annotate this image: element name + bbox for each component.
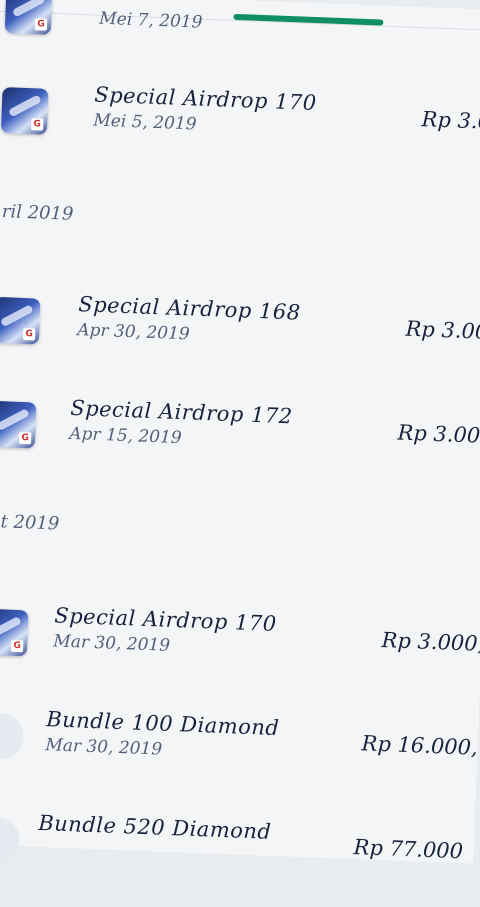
- transaction-title: Special Airdrop 170: [53, 603, 278, 636]
- transaction-price: Rp 3.000,: [381, 627, 480, 656]
- transaction-date: Mar 30, 2019: [44, 735, 163, 760]
- month-header: et 2019: [0, 510, 60, 535]
- diamond-icon: [0, 712, 25, 761]
- game-thumbnail-icon: G: [4, 0, 53, 35]
- transaction-title: Special Airdrop 170: [93, 82, 318, 116]
- transaction-price: Rp 77.000: [353, 835, 464, 864]
- transaction-price: Rp 3.000: [397, 420, 480, 449]
- transaction-date: Mar 30, 2019: [52, 631, 171, 656]
- transaction-row[interactable]: G Special Airdrop 170 Mar 30, 2019 Rp 3.…: [0, 598, 480, 699]
- transaction-row[interactable]: Bundle 520 Diamond Rp 77.000: [0, 806, 480, 907]
- transaction-date: Mei 5, 2019: [93, 110, 197, 135]
- transaction-price: Rp 16.000,: [361, 731, 479, 760]
- game-thumbnail-icon: G: [0, 608, 29, 657]
- transaction-row[interactable]: G Mei 7, 2019: [0, 0, 480, 77]
- purchase-history-screen: G Mei 7, 2019 G Special Airdrop 170 Mei …: [0, 0, 480, 865]
- diamond-icon: [0, 816, 21, 865]
- month-header: ril 2019: [1, 201, 74, 225]
- transaction-title: Bundle 520 Diamond: [37, 810, 272, 844]
- game-thumbnail-icon: G: [0, 400, 37, 449]
- transaction-title: Special Airdrop 172: [69, 395, 294, 429]
- transaction-title: Bundle 100 Diamond: [45, 707, 280, 741]
- transaction-date: Apr 15, 2019: [68, 423, 183, 449]
- transaction-row[interactable]: G Special Airdrop 172 Apr 15, 2019 Rp 3.…: [0, 390, 480, 491]
- transaction-row[interactable]: G Special Airdrop 168 Apr 30, 2019 Rp 3.…: [0, 286, 480, 387]
- game-thumbnail-icon: G: [0, 87, 49, 135]
- transaction-date: Mei 7, 2019: [98, 8, 203, 33]
- transaction-row[interactable]: G Special Airdrop 170 Mei 5, 2019 Rp 3.0…: [0, 76, 480, 177]
- transaction-title: Special Airdrop 168: [77, 292, 302, 325]
- transaction-date: Apr 30, 2019: [76, 320, 191, 345]
- game-thumbnail-icon: G: [0, 296, 41, 345]
- transaction-price: Rp 3.00: [405, 316, 480, 344]
- transaction-price: Rp 3.00: [421, 107, 480, 135]
- transaction-row[interactable]: Bundle 100 Diamond Mar 30, 2019 Rp 16.00…: [0, 702, 480, 803]
